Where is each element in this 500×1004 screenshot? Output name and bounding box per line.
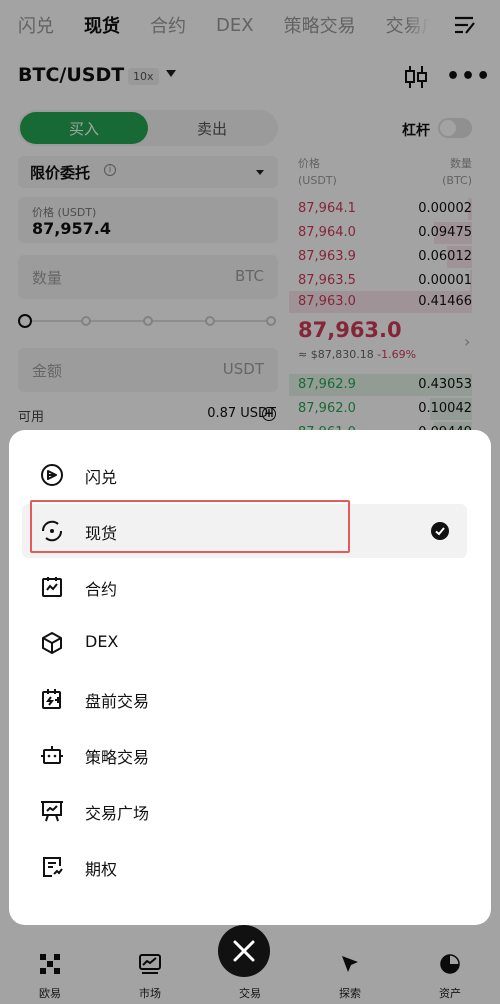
premarket-icon xyxy=(42,689,61,709)
close-icon xyxy=(233,940,255,962)
menu-item-label: 期权 xyxy=(85,860,118,879)
trading-square-icon xyxy=(41,801,63,822)
menu-item-premarket[interactable]: 盘前交易 xyxy=(22,672,467,726)
menu-item-label: 合约 xyxy=(85,580,118,599)
swap-icon xyxy=(41,464,63,486)
menu-item-label: 闪兑 xyxy=(85,468,118,487)
menu-item-label: 交易广场 xyxy=(85,804,150,823)
selection-highlight-box xyxy=(30,500,350,553)
menu-item-options[interactable]: 期权 xyxy=(22,840,467,894)
menu-item-label: 策略交易 xyxy=(85,748,150,767)
menu-item-futures[interactable]: 合约 xyxy=(22,560,467,614)
futures-icon xyxy=(42,577,62,597)
menu-item-strategy[interactable]: 策略交易 xyxy=(22,728,467,782)
options-icon xyxy=(43,857,63,877)
menu-item-trading-square[interactable]: 交易广场 xyxy=(22,784,467,838)
selected-check-icon xyxy=(431,522,449,540)
menu-item-flash-swap[interactable]: 闪兑 xyxy=(22,448,467,502)
close-menu-button[interactable] xyxy=(218,925,270,977)
menu-item-dex[interactable]: DEX xyxy=(22,616,467,670)
bot-icon xyxy=(41,746,63,764)
menu-item-label: DEX xyxy=(85,632,119,651)
menu-item-label: 盘前交易 xyxy=(85,692,150,711)
cube-icon xyxy=(42,632,62,654)
